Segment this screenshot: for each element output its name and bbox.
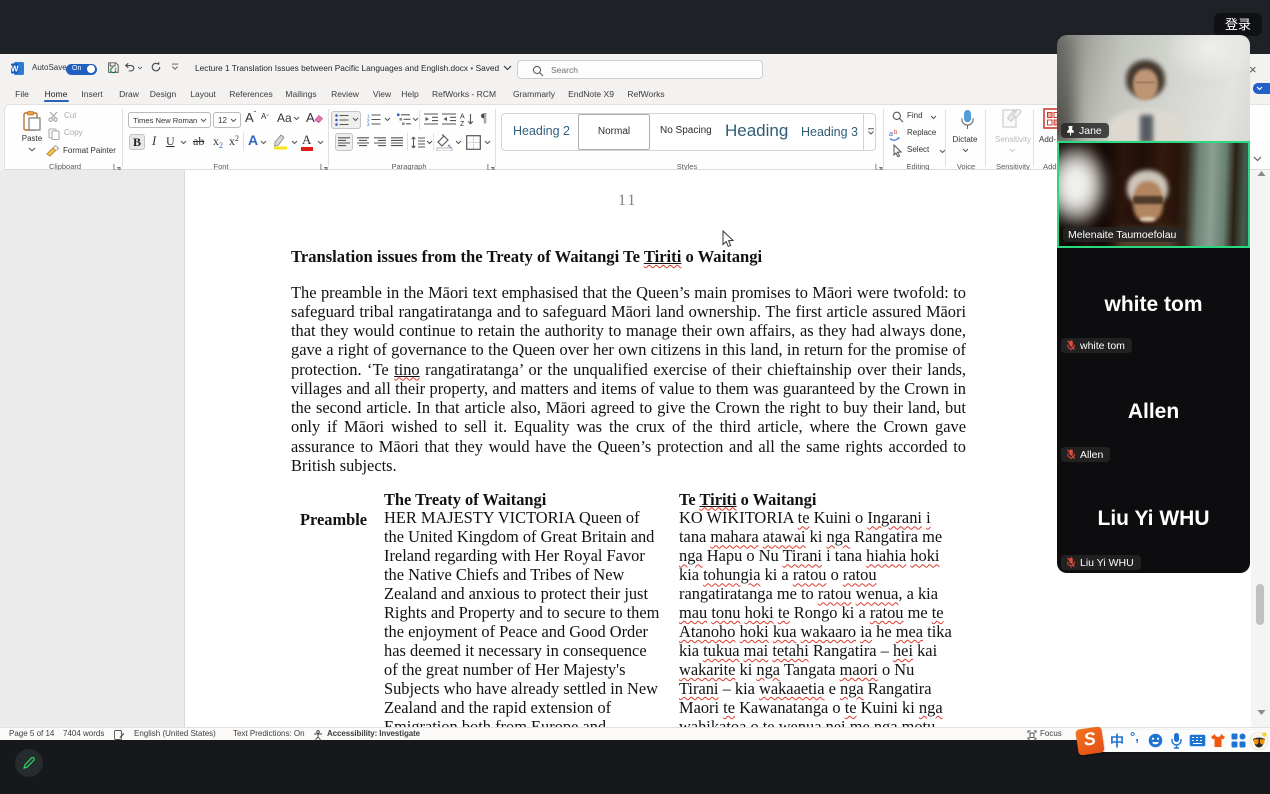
svg-text:a: a (889, 131, 893, 138)
svg-text:b: b (894, 130, 898, 136)
svg-text:3: 3 (367, 122, 370, 126)
svg-text:Z: Z (460, 121, 465, 127)
svg-text:W: W (11, 65, 19, 74)
svg-text:A: A (460, 114, 465, 121)
